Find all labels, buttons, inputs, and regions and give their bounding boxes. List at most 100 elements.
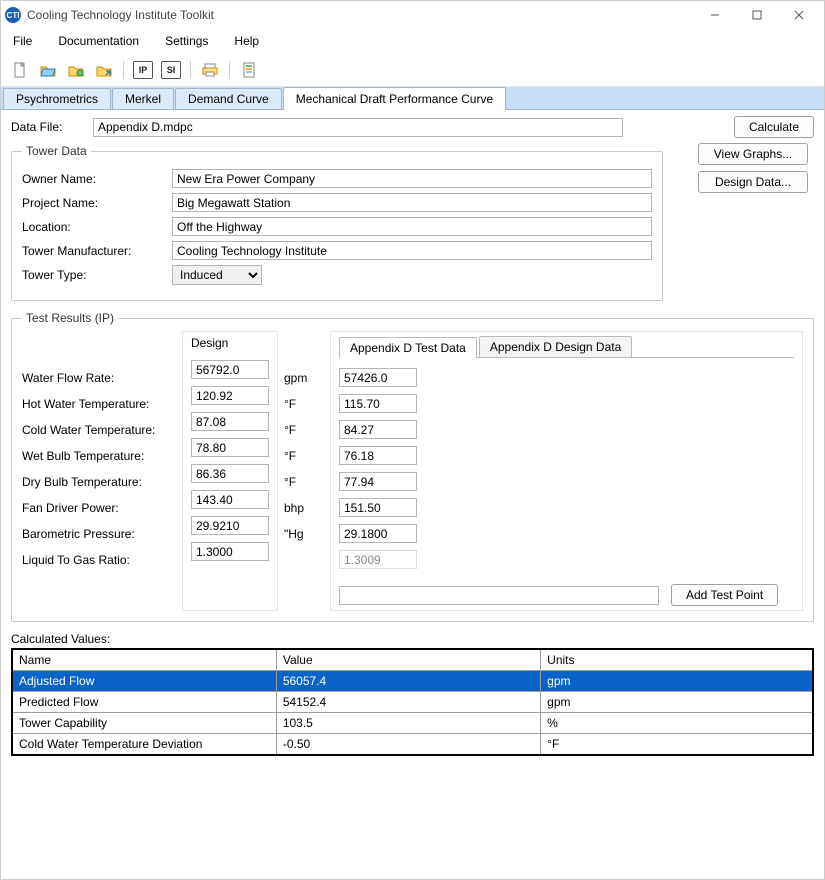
add-test-point-button[interactable]: Add Test Point — [671, 584, 778, 606]
design-input-3[interactable] — [191, 438, 269, 457]
param-unit: gpm — [284, 365, 320, 391]
design-data-button[interactable]: Design Data... — [698, 171, 808, 193]
param-label: Wet Bulb Temperature: — [22, 443, 182, 469]
menu-file[interactable]: File — [9, 32, 36, 50]
tower-field-label: Tower Manufacturer: — [22, 244, 172, 258]
toolbar-separator — [123, 61, 124, 79]
tower-field-label: Project Name: — [22, 196, 172, 210]
tab-demand-curve[interactable]: Demand Curve — [175, 88, 282, 109]
param-unit: "Hg — [284, 521, 320, 547]
tab-merkel[interactable]: Merkel — [112, 88, 174, 109]
cv-units: gpm — [541, 692, 813, 713]
param-label: Cold Water Temperature: — [22, 417, 182, 443]
param-label: Water Flow Rate: — [22, 365, 182, 391]
design-input-0[interactable] — [191, 360, 269, 379]
param-unit: °F — [284, 443, 320, 469]
design-input-4[interactable] — [191, 464, 269, 483]
calculated-values-table: Name Value Units Adjusted Flow 56057.4 g… — [11, 648, 814, 756]
calculate-button[interactable]: Calculate — [734, 116, 814, 138]
cv-value: -0.50 — [276, 734, 540, 756]
menu-settings[interactable]: Settings — [161, 32, 212, 50]
test-input-1[interactable] — [339, 394, 417, 413]
cv-value: 54152.4 — [276, 692, 540, 713]
app-icon: CTI — [5, 7, 21, 23]
ip-units-button[interactable]: IP — [132, 59, 154, 81]
toolbar: IP SI — [1, 54, 824, 87]
title-bar: CTI Cooling Technology Institute Toolkit — [1, 1, 824, 29]
design-input-7[interactable] — [191, 542, 269, 561]
test-input-6[interactable] — [339, 524, 417, 543]
view-graphs-button[interactable]: View Graphs... — [698, 143, 808, 165]
test-input-4[interactable] — [339, 472, 417, 491]
test-point-entry[interactable] — [339, 586, 659, 605]
tower-type-select[interactable]: Induced — [172, 265, 262, 285]
options-icon[interactable] — [238, 59, 260, 81]
param-label: Hot Water Temperature: — [22, 391, 182, 417]
toolbar-separator — [190, 61, 191, 79]
cv-units: % — [541, 713, 813, 734]
param-label: Liquid To Gas Ratio: — [22, 547, 182, 573]
cv-row[interactable]: Tower Capability 103.5 % — [12, 713, 813, 734]
new-file-icon[interactable] — [9, 59, 31, 81]
test-input-3[interactable] — [339, 446, 417, 465]
menu-bar: File Documentation Settings Help — [1, 29, 824, 54]
test-results-group: Test Results (IP) Water Flow Rate:Hot Wa… — [11, 311, 814, 622]
test-results-legend: Test Results (IP) — [22, 311, 118, 325]
cv-units: °F — [541, 734, 813, 756]
tower-field-input-0[interactable] — [172, 169, 652, 188]
subtab-test-data[interactable]: Appendix D Test Data — [339, 337, 477, 358]
test-input-7 — [339, 550, 417, 569]
test-input-0[interactable] — [339, 368, 417, 387]
window-title: Cooling Technology Institute Toolkit — [27, 8, 214, 22]
design-input-5[interactable] — [191, 490, 269, 509]
tower-data-group: Tower Data Owner Name: Project Name: Loc… — [11, 144, 663, 301]
maximize-button[interactable] — [736, 1, 778, 29]
tower-field-label: Location: — [22, 220, 172, 234]
cv-name: Adjusted Flow — [12, 671, 276, 692]
param-label: Dry Bulb Temperature: — [22, 469, 182, 495]
cv-header-name[interactable]: Name — [12, 649, 276, 671]
param-unit: °F — [284, 391, 320, 417]
print-icon[interactable] — [199, 59, 221, 81]
design-input-6[interactable] — [191, 516, 269, 535]
cv-header-value[interactable]: Value — [276, 649, 540, 671]
tower-field-input-2[interactable] — [172, 217, 652, 236]
main-tabs: Psychrometrics Merkel Demand Curve Mecha… — [1, 87, 824, 110]
cv-name: Cold Water Temperature Deviation — [12, 734, 276, 756]
test-input-2[interactable] — [339, 420, 417, 439]
tower-data-legend: Tower Data — [22, 144, 91, 158]
save-file-icon[interactable] — [65, 59, 87, 81]
param-unit — [284, 547, 320, 573]
open-file-icon[interactable] — [37, 59, 59, 81]
cv-units: gpm — [541, 671, 813, 692]
test-subtabs: Appendix D Test Data Appendix D Design D… — [339, 336, 794, 358]
menu-documentation[interactable]: Documentation — [54, 32, 143, 50]
close-button[interactable] — [778, 1, 820, 29]
cv-name: Predicted Flow — [12, 692, 276, 713]
design-input-2[interactable] — [191, 412, 269, 431]
test-input-5[interactable] — [339, 498, 417, 517]
param-unit: bhp — [284, 495, 320, 521]
tower-field-label: Owner Name: — [22, 172, 172, 186]
cv-row[interactable]: Cold Water Temperature Deviation -0.50 °… — [12, 734, 813, 756]
tab-mechanical-draft[interactable]: Mechanical Draft Performance Curve — [283, 87, 506, 110]
toolbar-separator — [229, 61, 230, 79]
tower-field-input-3[interactable] — [172, 241, 652, 260]
cv-name: Tower Capability — [12, 713, 276, 734]
calculated-values-label: Calculated Values: — [11, 632, 814, 646]
design-column-label: Design — [191, 336, 269, 350]
cv-row[interactable]: Predicted Flow 54152.4 gpm — [12, 692, 813, 713]
datafile-input[interactable] — [93, 118, 623, 137]
cv-row[interactable]: Adjusted Flow 56057.4 gpm — [12, 671, 813, 692]
subtab-design-data[interactable]: Appendix D Design Data — [479, 336, 632, 357]
tab-psychrometrics[interactable]: Psychrometrics — [3, 88, 111, 109]
menu-help[interactable]: Help — [230, 32, 263, 50]
param-unit: °F — [284, 469, 320, 495]
design-input-1[interactable] — [191, 386, 269, 405]
save-as-icon[interactable] — [93, 59, 115, 81]
cv-header-units[interactable]: Units — [541, 649, 813, 671]
tower-field-input-1[interactable] — [172, 193, 652, 212]
cv-value: 56057.4 — [276, 671, 540, 692]
si-units-button[interactable]: SI — [160, 59, 182, 81]
minimize-button[interactable] — [694, 1, 736, 29]
